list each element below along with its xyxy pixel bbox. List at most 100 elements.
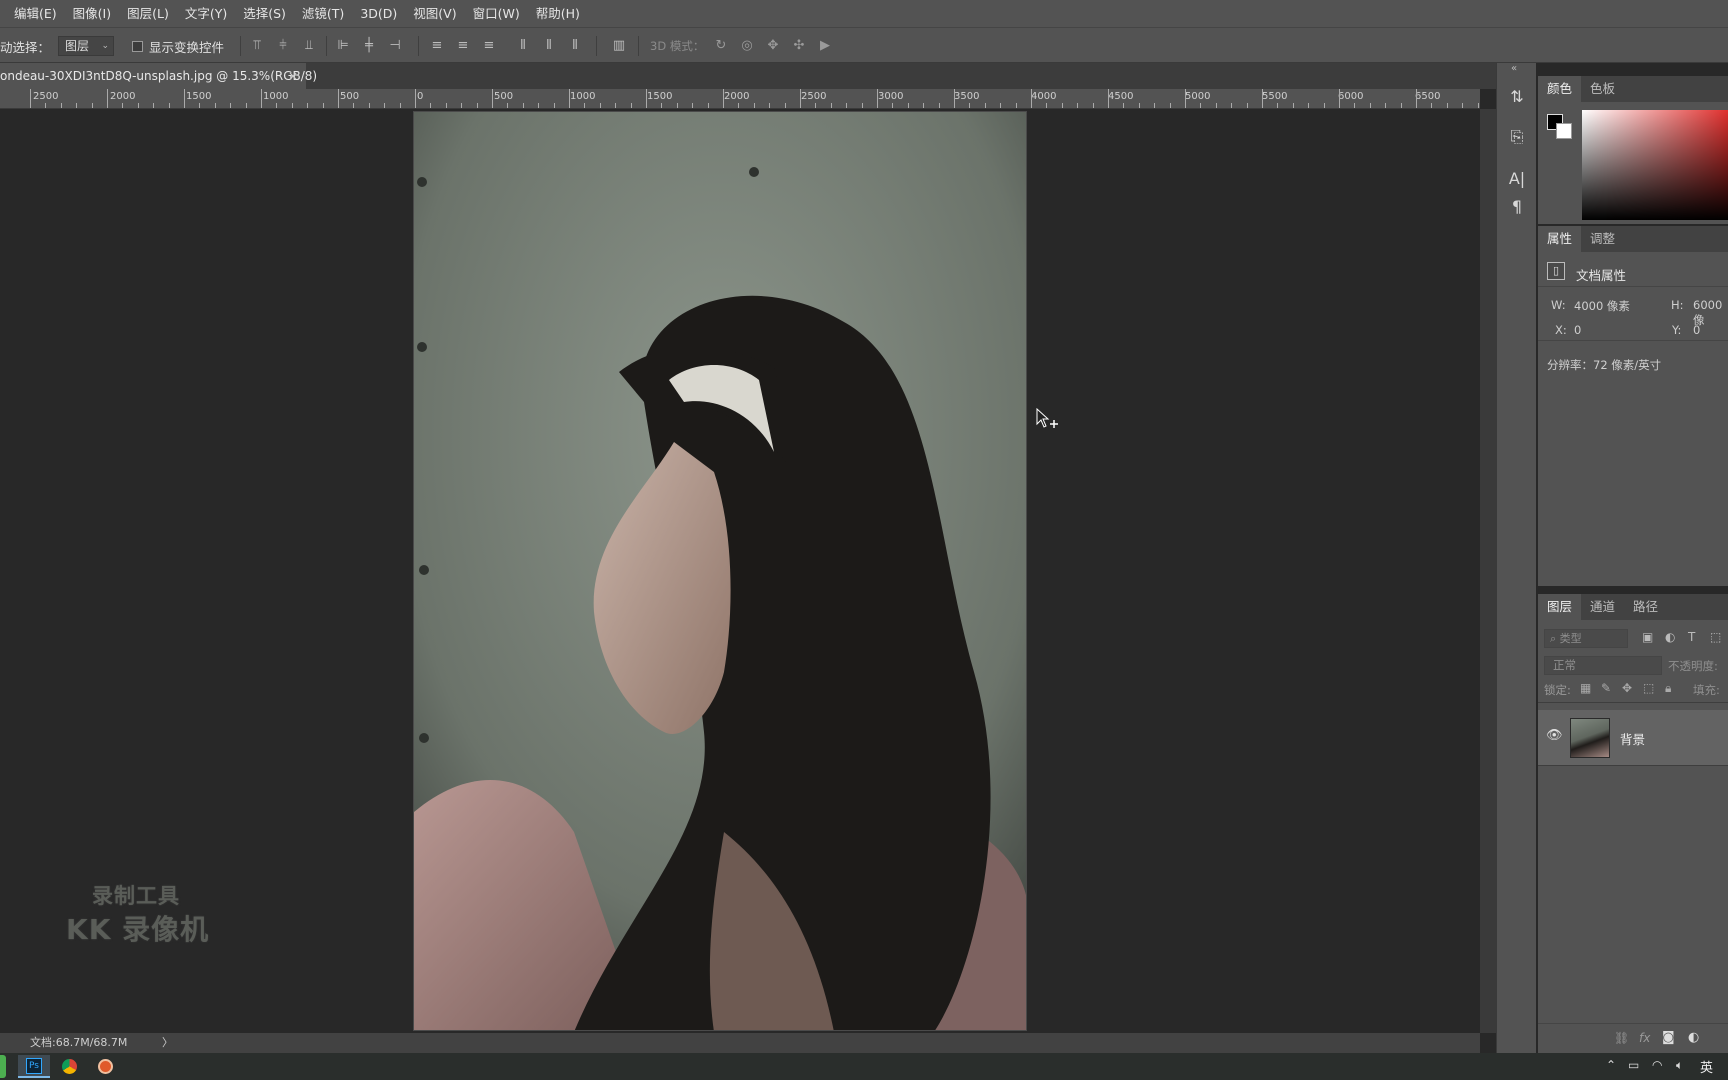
status-menu-arrow[interactable]: 〉 [162, 1033, 173, 1053]
filter-type-icon[interactable]: T [1688, 630, 1695, 644]
menu-3d[interactable]: 3D(D) [352, 0, 405, 27]
add-mask-icon[interactable]: ◙ [1662, 1030, 1675, 1045]
lock-artboard-icon[interactable]: ⬚ [1643, 681, 1654, 695]
menu-type[interactable]: 文字(Y) [177, 0, 235, 27]
background-color-swatch[interactable] [1556, 123, 1572, 139]
width-value[interactable]: 4000 像素 [1574, 298, 1630, 314]
layer-name[interactable]: 背景 [1620, 729, 1645, 748]
ruler-tick [61, 103, 62, 108]
tab-adjustments[interactable]: 调整 [1581, 226, 1624, 252]
tab-paths[interactable]: 路径 [1624, 594, 1667, 620]
show-transform-checkbox[interactable]: 显示变换控件 [132, 28, 224, 64]
ruler-tick [1370, 103, 1371, 108]
blend-mode-dropdown[interactable]: 正常 [1544, 656, 1662, 675]
ime-indicator[interactable]: 英 [1700, 1057, 1713, 1076]
horizontal-ruler[interactable]: 2500 2000 1500 1000 500 0 500 1000 1500 … [0, 89, 1480, 109]
character-icon[interactable]: A| [1505, 167, 1529, 191]
ruler-label: 6000 [1338, 91, 1364, 102]
slide-3d-icon[interactable]: ✣ [792, 39, 806, 53]
lock-all-icon[interactable]: 🔒︎ [1665, 681, 1671, 696]
menu-filter[interactable]: 滤镜(T) [294, 0, 352, 27]
color-picker-field[interactable] [1582, 110, 1728, 220]
layer-filter-dropdown[interactable]: ⌕ 类型 [1544, 629, 1628, 648]
start-button[interactable] [0, 1055, 6, 1078]
auto-align-icon[interactable]: ▥ [612, 39, 626, 53]
ruler-tick [600, 103, 601, 108]
distribute-bottom-icon[interactable]: ≡ [482, 39, 496, 53]
layer-row-background[interactable]: 👁︎ 背景 [1538, 710, 1728, 766]
fx-icon[interactable]: fx [1639, 1031, 1650, 1045]
scale-3d-icon[interactable]: ▶ [818, 39, 832, 53]
ruler-tick [692, 103, 693, 108]
ruler-tick [661, 103, 662, 108]
distribute-hcenter-icon[interactable]: ⦀ [542, 39, 556, 53]
align-left-icon[interactable]: ⊫ [336, 39, 350, 53]
tab-layers[interactable]: 图层 [1538, 594, 1582, 620]
document-image[interactable] [413, 111, 1027, 1031]
align-hcenter-icon[interactable]: ╪ [362, 39, 376, 53]
vertical-scrollbar[interactable] [1480, 109, 1496, 1033]
battery-icon[interactable]: ▭ [1628, 1058, 1639, 1072]
tab-swatches[interactable]: 色板 [1581, 76, 1624, 102]
close-icon[interactable]: × [288, 63, 298, 89]
ruler-label: 5500 [1262, 91, 1288, 102]
ruler-tick [877, 89, 878, 108]
align-top-icon[interactable]: ⫪ [250, 39, 264, 53]
menu-help[interactable]: 帮助(H) [528, 0, 588, 27]
align-bottom-icon[interactable]: ⫫ [302, 39, 316, 53]
ruler-label: 1500 [186, 91, 212, 102]
menu-layer[interactable]: 图层(L) [119, 0, 177, 27]
menu-view[interactable]: 视图(V) [405, 0, 464, 27]
chevron-up-icon[interactable]: ⌃ [1606, 1058, 1616, 1072]
ruler-tick [646, 89, 647, 108]
taskbar-recorder[interactable] [90, 1055, 122, 1078]
link-layers-icon[interactable]: ⛓︎ [1614, 1031, 1629, 1045]
filter-image-icon[interactable]: ▣ [1642, 630, 1653, 644]
layers-panel-tabs: 图层 通道 路径 [1538, 594, 1728, 620]
brush-settings-icon[interactable]: ⎘ [1505, 125, 1529, 149]
pan-3d-icon[interactable]: ✥ [766, 39, 780, 53]
y-value[interactable]: 0 [1693, 323, 1700, 337]
x-value[interactable]: 0 [1574, 323, 1581, 337]
options-bar: 动选择： 图层 ⌄ 显示变换控件 ⫪ ⫩ ⫫ ⊫ ╪ ⊣ ≡ ≡ ≡ ⦀ ⦀ ⦀… [0, 27, 1728, 63]
menu-window[interactable]: 窗口(W) [465, 0, 528, 27]
menu-select[interactable]: 选择(S) [235, 0, 294, 27]
wifi-icon[interactable]: ◠ [1652, 1058, 1662, 1072]
menu-image[interactable]: 图像(I) [65, 0, 119, 27]
menu-edit[interactable]: 编辑(E) [6, 0, 65, 27]
volume-icon[interactable]: 🔈︎ [1676, 1058, 1683, 1073]
roll-3d-icon[interactable]: ◎ [740, 39, 754, 53]
lock-position-icon[interactable]: ✥ [1622, 681, 1632, 695]
distribute-right-icon[interactable]: ⦀ [568, 39, 582, 53]
paragraph-icon[interactable]: ¶ [1505, 195, 1529, 219]
lock-pixels-icon[interactable]: ✎ [1601, 681, 1611, 695]
align-vcenter-icon[interactable]: ⫩ [276, 39, 290, 53]
orbit-3d-icon[interactable]: ↻ [714, 39, 728, 53]
properties-panel-tabs: 属性 调整 [1538, 226, 1728, 252]
ruler-tick [1447, 103, 1448, 108]
tab-properties[interactable]: 属性 [1538, 226, 1582, 252]
taskbar-photoshop[interactable]: Ps [18, 1055, 50, 1078]
ruler-tick [1401, 103, 1402, 108]
adjustment-layer-icon[interactable]: ◐ [1688, 1030, 1699, 1045]
ruler-tick [939, 103, 940, 108]
distribute-left-icon[interactable]: ⦀ [516, 39, 530, 53]
ruler-tick [1062, 103, 1063, 108]
filter-shape-icon[interactable]: ⬚ [1710, 630, 1721, 644]
collapse-panels-icon[interactable]: « [1511, 63, 1517, 74]
tab-channels[interactable]: 通道 [1581, 594, 1624, 620]
history-icon[interactable]: ⇅ [1505, 85, 1529, 109]
filter-adjustment-icon[interactable]: ◐ [1665, 630, 1675, 644]
distribute-top-icon[interactable]: ≡ [430, 39, 444, 53]
ruler-label: 3000 [878, 91, 904, 102]
document-tab[interactable]: ondeau-30XDI3ntD8Q-unsplash.jpg @ 15.3%(… [0, 63, 317, 89]
lock-transparent-icon[interactable]: ▦ [1580, 681, 1591, 695]
taskbar-chrome[interactable] [54, 1055, 86, 1078]
ruler-label: 4000 [1031, 91, 1057, 102]
align-right-icon[interactable]: ⊣ [388, 39, 402, 53]
auto-select-dropdown[interactable]: 图层 ⌄ [58, 36, 114, 56]
ruler-tick [1170, 103, 1171, 108]
tab-color[interactable]: 颜色 [1538, 76, 1582, 102]
eye-icon[interactable]: 👁︎ [1546, 728, 1563, 743]
distribute-vcenter-icon[interactable]: ≡ [456, 39, 470, 53]
